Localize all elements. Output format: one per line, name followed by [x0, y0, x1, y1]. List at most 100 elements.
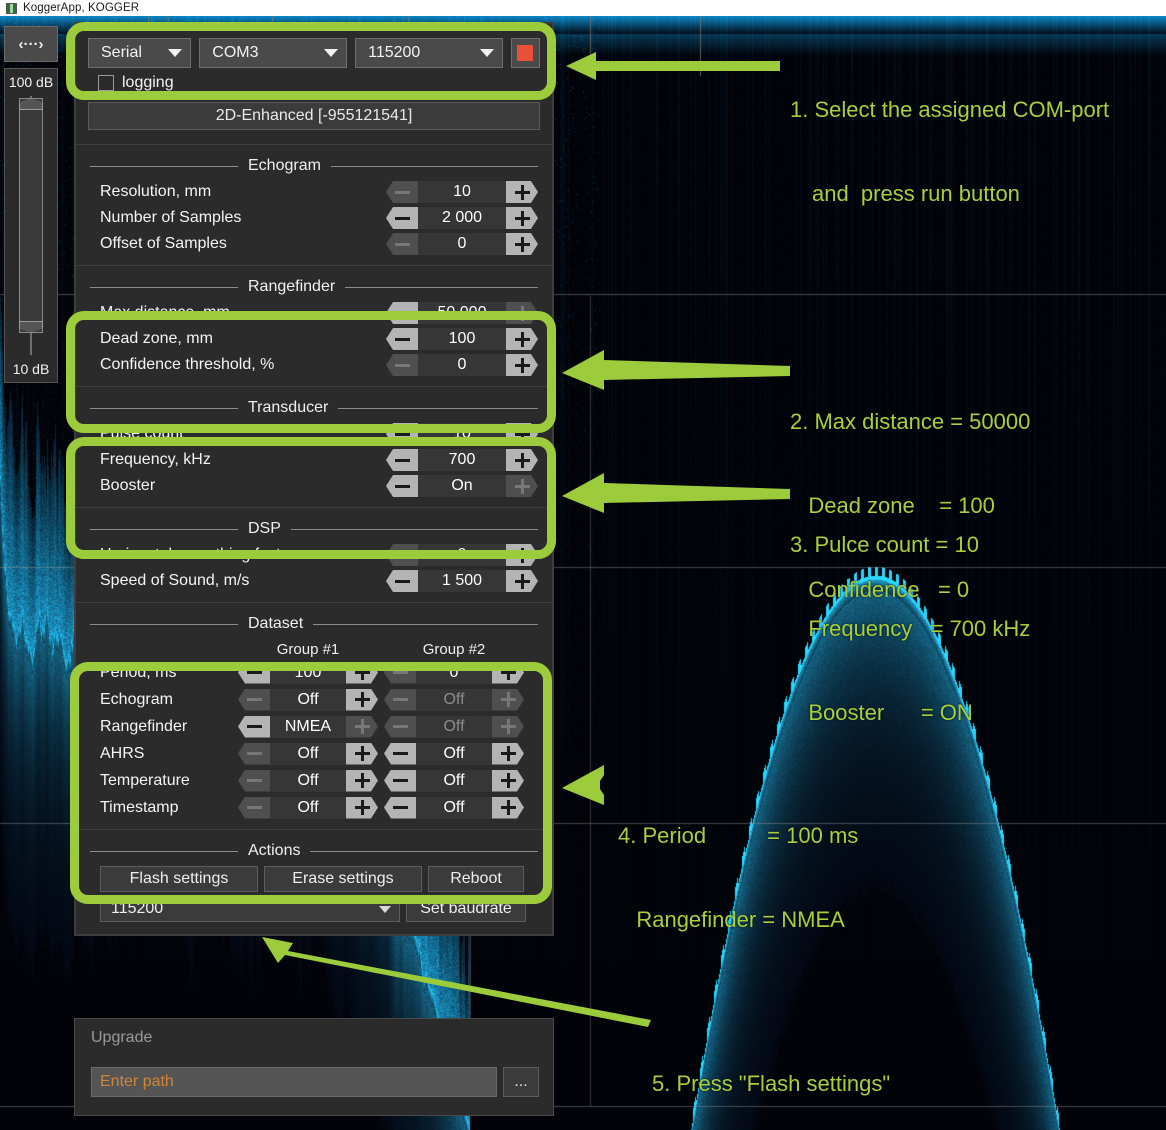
dataset-stepper-group1[interactable]: Off	[238, 769, 378, 792]
setting-stepper[interactable]: 0	[386, 354, 538, 376]
setting-stepper[interactable]: 1 500	[386, 570, 538, 592]
decrement-button[interactable]	[384, 742, 416, 765]
dataset-stepper-group1[interactable]: Off	[238, 688, 378, 711]
device-info-button[interactable]: 2D-Enhanced [-955121541]	[88, 102, 540, 130]
increment-button[interactable]	[506, 207, 538, 229]
dataset-stepper-group2[interactable]: Off	[384, 769, 524, 792]
decrement-button[interactable]	[386, 328, 418, 350]
port-select[interactable]: COM3	[199, 38, 348, 68]
expand-panel-button[interactable]: ‹···›	[4, 26, 58, 62]
minus-icon	[394, 484, 410, 488]
value-display: Off	[416, 742, 492, 765]
increment-button[interactable]	[346, 661, 378, 684]
dataset-stepper-group1[interactable]: NMEA	[238, 715, 378, 738]
dataset-row: Rangefinder NMEA Off	[76, 713, 552, 740]
increment-button[interactable]	[506, 423, 538, 445]
reboot-button[interactable]: Reboot	[428, 866, 524, 892]
decrement-button	[384, 661, 416, 684]
increment-button[interactable]	[506, 570, 538, 592]
setting-stepper[interactable]: 10	[386, 181, 538, 203]
increment-button[interactable]	[492, 661, 524, 684]
increment-button[interactable]	[492, 796, 524, 819]
increment-button[interactable]	[492, 769, 524, 792]
setting-stepper[interactable]: 100	[386, 328, 538, 350]
decrement-button[interactable]	[386, 570, 418, 592]
setting-stepper[interactable]: 2 000	[386, 207, 538, 229]
increment-button[interactable]	[346, 769, 378, 792]
increment-button[interactable]	[506, 181, 538, 203]
set-baudrate-button[interactable]: Set baudrate	[406, 896, 526, 922]
value-display: 100	[270, 661, 346, 684]
rangefinder-section: Rangefinder Max distance, mm 50 000 Dead z…	[75, 266, 553, 387]
setting-stepper[interactable]: 50 000	[386, 302, 538, 324]
slider-selected-range[interactable]	[19, 98, 43, 333]
increment-button[interactable]	[506, 449, 538, 471]
increment-button[interactable]	[506, 328, 538, 350]
setting-stepper[interactable]: 10	[386, 423, 538, 445]
increment-button[interactable]	[346, 688, 378, 711]
increment-button[interactable]	[506, 544, 538, 566]
setting-row: Frequency, kHz 700	[76, 447, 552, 473]
minus-icon	[246, 806, 262, 809]
setting-stepper[interactable]: 0	[386, 544, 538, 566]
decrement-button[interactable]	[386, 475, 418, 497]
connection-row: Serial COM3 115200	[76, 30, 552, 70]
baudrate-select[interactable]: 115200	[355, 38, 503, 68]
dataset-stepper-group1[interactable]: 100	[238, 661, 378, 684]
dataset-stepper-group2[interactable]: Off	[384, 688, 524, 711]
increment-button[interactable]	[506, 354, 538, 376]
decrement-button[interactable]	[386, 423, 418, 445]
decrement-button[interactable]	[384, 796, 416, 819]
dataset-stepper-group2[interactable]: Off	[384, 742, 524, 765]
setting-stepper[interactable]: 700	[386, 449, 538, 471]
value-display: 50 000	[418, 302, 506, 324]
upgrade-path-input[interactable]: Enter path	[91, 1067, 497, 1097]
decrement-button[interactable]	[238, 661, 270, 684]
increment-button[interactable]	[506, 233, 538, 255]
interface-select[interactable]: Serial	[88, 38, 192, 68]
value-display: On	[418, 475, 506, 497]
value-display: Off	[270, 688, 346, 711]
decrement-button[interactable]	[386, 302, 418, 324]
logging-label: logging	[122, 74, 174, 91]
transducer-group-title: Transducer	[76, 393, 552, 421]
rule-right	[310, 850, 538, 852]
actions-section: Actions Flash settings Erase settings Re…	[75, 830, 553, 935]
setting-label: Frequency, kHz	[100, 451, 211, 468]
gain-range-slider[interactable]	[17, 96, 45, 355]
logging-checkbox[interactable]	[98, 75, 114, 91]
flash-settings-button[interactable]: Flash settings	[100, 866, 258, 892]
dataset-stepper-group1[interactable]: Off	[238, 796, 378, 819]
dataset-stepper-group2[interactable]: 0	[384, 661, 524, 684]
setting-row: Confidence threshold, % 0	[76, 352, 552, 378]
plus-icon	[354, 665, 370, 680]
increment-button[interactable]	[492, 742, 524, 765]
decrement-button[interactable]	[238, 715, 270, 738]
gain-slider-panel[interactable]: 100 dB 10 dB	[4, 68, 58, 383]
dataset-group-headers: Group #1 Group #2	[76, 637, 552, 659]
decrement-button[interactable]	[384, 769, 416, 792]
value-display: 1 500	[418, 570, 506, 592]
erase-settings-button[interactable]: Erase settings	[264, 866, 422, 892]
logging-row[interactable]: logging	[76, 70, 552, 98]
plus-icon	[514, 305, 530, 321]
increment-button[interactable]	[346, 796, 378, 819]
increment-button	[346, 715, 378, 738]
connection-section: Serial COM3 115200 logging 2D-Enhanced […	[75, 23, 553, 145]
dataset-stepper-group2[interactable]: Off	[384, 715, 524, 738]
increment-button[interactable]	[346, 742, 378, 765]
setting-row: Dead zone, mm 100	[76, 326, 552, 352]
decrement-button[interactable]	[386, 449, 418, 471]
dataset-stepper-group1[interactable]: Off	[238, 742, 378, 765]
value-display: 10	[418, 181, 506, 203]
setting-stepper[interactable]: 0	[386, 233, 538, 255]
run-stop-button[interactable]	[510, 38, 541, 68]
minus-icon	[394, 242, 410, 246]
plus-icon	[354, 800, 370, 815]
decrement-button[interactable]	[386, 207, 418, 229]
dataset-stepper-group2[interactable]: Off	[384, 796, 524, 819]
set-baudrate-select[interactable]: 115200	[100, 896, 400, 922]
setting-stepper[interactable]: On	[386, 475, 538, 497]
plus-icon	[500, 773, 516, 788]
browse-button[interactable]: ...	[503, 1067, 539, 1097]
